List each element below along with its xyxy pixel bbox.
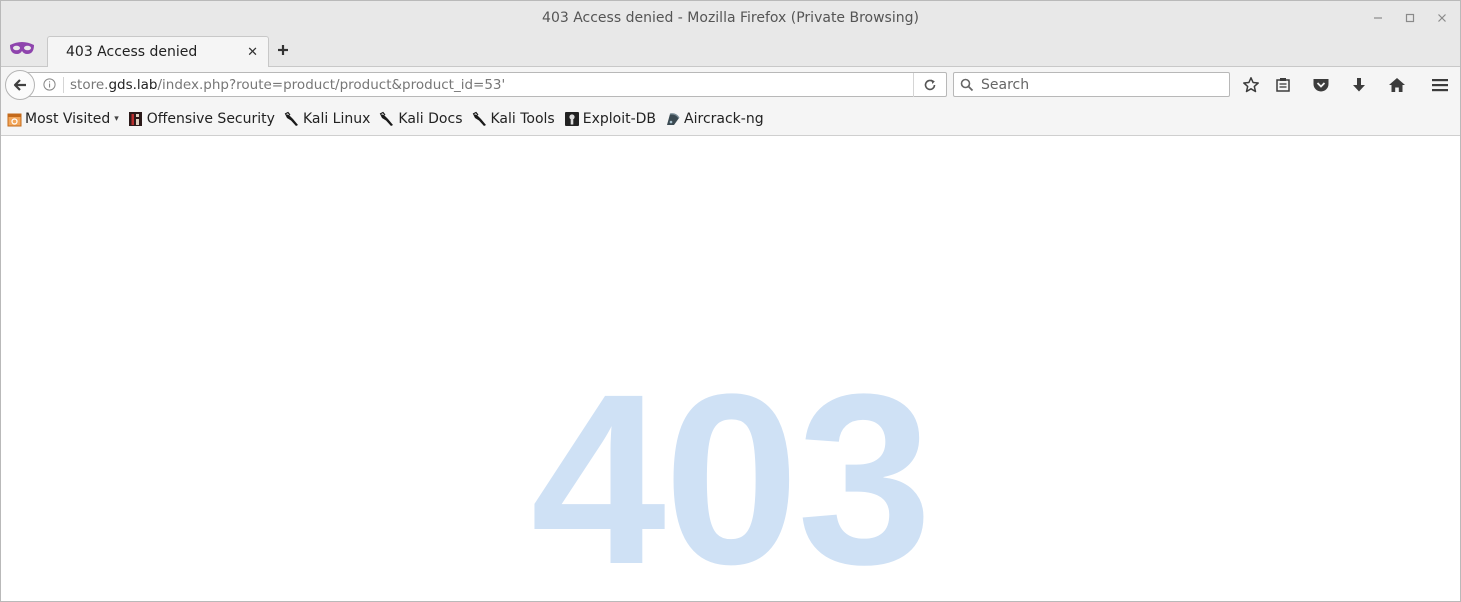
bookmark-offensive-security[interactable]: Offensive Security bbox=[128, 111, 275, 127]
maximize-button[interactable] bbox=[1400, 8, 1420, 28]
most-visited-icon bbox=[6, 111, 22, 127]
pocket-button[interactable] bbox=[1309, 75, 1333, 95]
browser-window: 403 Access denied - Mozilla Firefox (Pri… bbox=[0, 0, 1461, 602]
pocket-icon bbox=[1313, 79, 1329, 92]
bookmark-kali-linux[interactable]: Kali Linux bbox=[284, 111, 370, 127]
bookmark-exploit-db[interactable]: Exploit-DB bbox=[564, 111, 656, 127]
reload-button[interactable] bbox=[914, 73, 946, 97]
bookmark-label: Offensive Security bbox=[146, 111, 275, 127]
page-content: 403 bbox=[1, 136, 1460, 602]
toolbar-icons bbox=[1239, 75, 1452, 95]
back-button[interactable] bbox=[5, 70, 35, 100]
bookmark-kali-docs[interactable]: Kali Docs bbox=[379, 111, 463, 127]
bookmark-label: Exploit-DB bbox=[582, 111, 657, 127]
error-code-403: 403 bbox=[530, 344, 932, 602]
url-text[interactable]: store.gds.lab/index.php?route=product/pr… bbox=[70, 77, 913, 93]
site-info-icon[interactable] bbox=[42, 78, 56, 92]
bookmarks-menu-button[interactable] bbox=[1271, 75, 1295, 95]
home-button[interactable] bbox=[1385, 75, 1409, 95]
bookmark-label: Kali Docs bbox=[398, 111, 463, 127]
exploit-db-icon bbox=[564, 111, 580, 127]
search-icon bbox=[959, 77, 975, 93]
tab-active[interactable]: 403 Access denied ✕ bbox=[47, 36, 269, 67]
close-icon bbox=[1438, 14, 1446, 22]
window-controls bbox=[1368, 8, 1452, 28]
bookmark-label: Most Visited bbox=[25, 111, 111, 127]
back-arrow-icon bbox=[13, 79, 26, 91]
minimize-button[interactable] bbox=[1368, 8, 1388, 28]
bookmark-label: Kali Linux bbox=[302, 111, 371, 127]
url-path: /index.php?route=product/product&product… bbox=[157, 76, 506, 93]
title-bar: 403 Access denied - Mozilla Firefox (Pri… bbox=[1, 1, 1460, 34]
minimize-icon bbox=[1374, 17, 1382, 19]
search-bar[interactable] bbox=[953, 72, 1230, 97]
download-arrow-icon bbox=[1353, 78, 1365, 92]
chevron-down-icon: ▾ bbox=[114, 114, 119, 124]
url-host-prefix: store. bbox=[70, 76, 109, 93]
plus-icon bbox=[278, 45, 288, 55]
url-host-domain: gds.lab bbox=[108, 76, 158, 93]
navigation-toolbar: store.gds.lab/index.php?route=product/pr… bbox=[1, 67, 1460, 103]
hamburger-menu-icon bbox=[1432, 79, 1448, 92]
private-browsing-mask-icon bbox=[9, 40, 35, 58]
aircrack-icon bbox=[665, 111, 681, 127]
downloads-button[interactable] bbox=[1347, 75, 1371, 95]
url-bar[interactable]: store.gds.lab/index.php?route=product/pr… bbox=[23, 72, 947, 97]
bookmark-label: Aircrack-ng bbox=[684, 111, 764, 127]
bookmark-most-visited[interactable]: Most Visited ▾ bbox=[6, 111, 119, 127]
new-tab-button[interactable] bbox=[277, 40, 289, 61]
bookmarks-list-icon bbox=[1276, 78, 1290, 92]
close-window-button[interactable] bbox=[1432, 8, 1452, 28]
tab-close-icon[interactable]: ✕ bbox=[247, 45, 258, 60]
reload-icon bbox=[924, 79, 936, 90]
tab-bar: 403 Access denied ✕ bbox=[1, 34, 1460, 67]
tab-label: 403 Access denied bbox=[66, 44, 198, 60]
search-input[interactable] bbox=[979, 75, 1223, 94]
kali-dragon-icon bbox=[284, 111, 300, 127]
menu-button[interactable] bbox=[1428, 75, 1452, 95]
bookmarks-toolbar: Most Visited ▾ Offensive Security Kali L… bbox=[1, 103, 1460, 136]
home-icon bbox=[1389, 78, 1405, 92]
offensive-security-icon bbox=[128, 111, 144, 127]
window-title: 403 Access denied - Mozilla Firefox (Pri… bbox=[542, 9, 919, 26]
bookmark-label: Kali Tools bbox=[490, 111, 555, 127]
bookmark-kali-tools[interactable]: Kali Tools bbox=[472, 111, 555, 127]
url-separator bbox=[63, 76, 64, 93]
bookmark-aircrack-ng[interactable]: Aircrack-ng bbox=[665, 111, 764, 127]
star-icon bbox=[1243, 77, 1259, 93]
bookmark-star-button[interactable] bbox=[1239, 75, 1263, 95]
maximize-icon bbox=[1405, 13, 1415, 23]
kali-dragon-icon bbox=[472, 111, 488, 127]
kali-dragon-icon bbox=[379, 111, 395, 127]
